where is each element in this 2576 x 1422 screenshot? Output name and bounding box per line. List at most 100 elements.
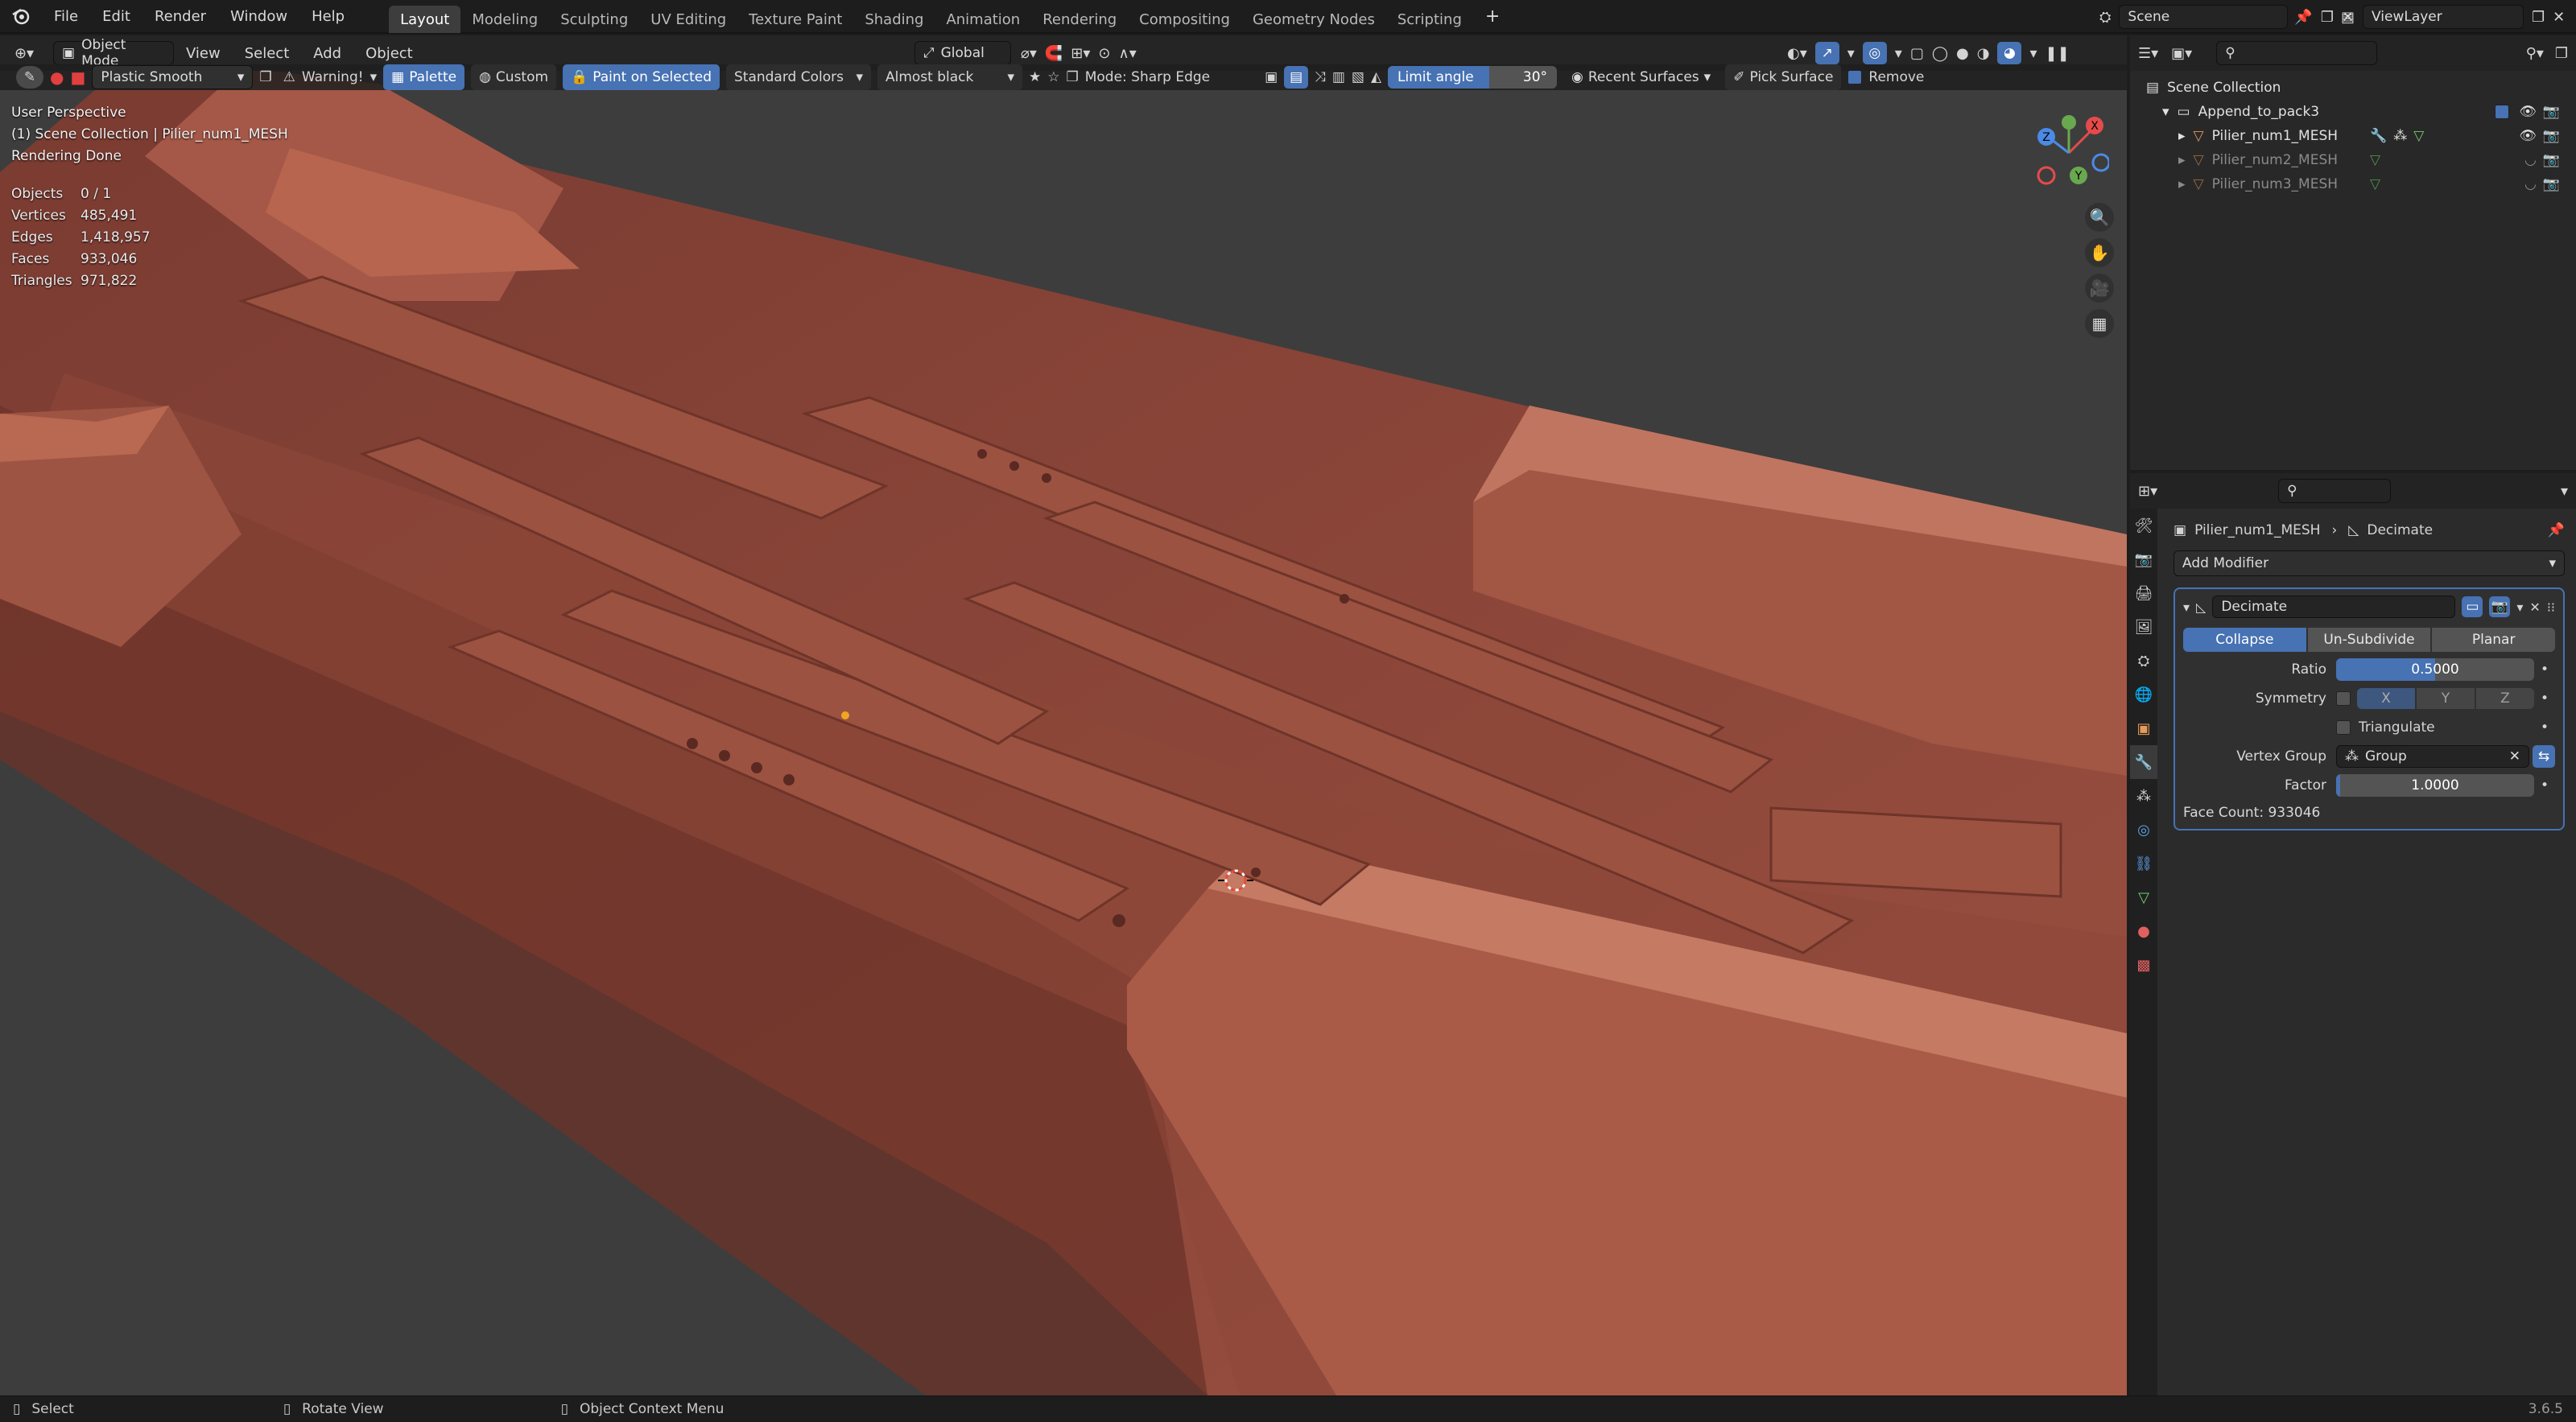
brush-selector[interactable]: Plastic Smooth ▾	[92, 65, 254, 89]
pin-icon[interactable]: 📌	[2294, 9, 2312, 26]
show-viewport-icon[interactable]: ▭	[2462, 596, 2483, 617]
ortho-grid-icon[interactable]: ▦	[2085, 309, 2114, 338]
edge-select-icon[interactable]: ▤	[1284, 66, 1309, 89]
mesh-data-icon[interactable]: ▽	[2413, 128, 2424, 144]
ratio-slider[interactable]: 0.5000	[2336, 658, 2534, 681]
filter-icon[interactable]: ⚲▾	[2526, 45, 2544, 62]
menu-window[interactable]: Window	[218, 0, 299, 33]
clear-icon[interactable]: ✕	[2509, 748, 2520, 765]
mesh-data-icon[interactable]: ▽	[2370, 152, 2380, 168]
render-camera-icon[interactable]: 📷	[2543, 128, 2560, 144]
gizmo-toggle-icon[interactable]: ↗	[1814, 42, 1839, 64]
expand-arrow-icon[interactable]: ▸	[2178, 176, 2186, 192]
expand-arrow-icon[interactable]: ▸	[2178, 128, 2186, 144]
red-sphere-icon[interactable]: ●	[50, 68, 64, 87]
render-camera-icon[interactable]: 📷	[2543, 152, 2560, 168]
physics-tab-icon[interactable]: ◎	[2130, 813, 2157, 847]
tree-scene-collection[interactable]: ▤ Scene Collection	[2146, 76, 2560, 100]
tab-un-subdivide[interactable]: Un-Subdivide	[2307, 628, 2431, 652]
star-outline-icon[interactable]: ☆	[1047, 69, 1059, 85]
new-collection-icon[interactable]: ❐	[2555, 45, 2568, 62]
keyframe-dot-icon[interactable]: •	[2534, 777, 2555, 793]
red-cube-icon[interactable]: ■	[70, 68, 85, 87]
visibility-icon[interactable]: ◐▾	[1787, 45, 1807, 62]
display-mode-icon[interactable]: ▣▾	[2171, 45, 2192, 62]
pick-surface-button[interactable]: ✐ Pick Surface	[1725, 64, 1842, 90]
tab-shading[interactable]: Shading	[853, 6, 935, 33]
render-camera-icon[interactable]: 📷	[2543, 104, 2560, 120]
outliner-editor-icon[interactable]: ☰▾	[2138, 45, 2158, 62]
pause-render-icon[interactable]: ❚❚	[2046, 45, 2070, 62]
menu-help[interactable]: Help	[299, 0, 357, 33]
wireframe-shading-icon[interactable]: ◯	[1932, 45, 1948, 62]
snap-icon[interactable]: 🧲	[1045, 45, 1063, 62]
symmetry-checkbox[interactable]	[2336, 691, 2351, 706]
modifier-tab-icon[interactable]: 🔧	[2130, 745, 2157, 779]
copy-icon[interactable]: ❐	[1066, 69, 1078, 85]
remove-checkbox[interactable]	[1847, 70, 1863, 84]
render-camera-icon[interactable]: 📷	[2543, 176, 2560, 192]
overlay-dropdown-icon[interactable]: ▾	[1895, 45, 1902, 62]
axis-y-button[interactable]: Y	[2417, 688, 2475, 709]
tool-tab-icon[interactable]: 🛠	[2130, 509, 2157, 542]
world-tab-icon[interactable]: 🌐	[2130, 678, 2157, 711]
expand-arrow-icon[interactable]: ▾	[2162, 104, 2169, 120]
tab-modeling[interactable]: Modeling	[460, 6, 549, 33]
tab-planar[interactable]: Planar	[2432, 628, 2555, 652]
limit-angle-slider[interactable]: Limit angle 30°	[1388, 66, 1558, 89]
mesh-data-icon[interactable]: ▽	[2370, 176, 2380, 192]
scene-name-field[interactable]: Scene	[2119, 5, 2289, 29]
collapse-arrow-icon[interactable]: ▾	[2183, 600, 2190, 615]
seam-icon[interactable]: ⤨	[1315, 69, 1326, 85]
palette-button[interactable]: ▦ Palette	[383, 64, 465, 90]
tab-collapse[interactable]: Collapse	[2183, 628, 2306, 652]
add-modifier-dropdown[interactable]: Add Modifier ▾	[2174, 550, 2565, 576]
falloff-icon[interactable]: ∧▾	[1119, 45, 1137, 62]
pin-icon[interactable]: 📌	[2548, 522, 2565, 538]
properties-options-icon[interactable]: ▾	[2561, 483, 2568, 500]
zoom-icon[interactable]: 🔍	[2085, 203, 2114, 232]
color-select[interactable]: Almost black ▾	[877, 64, 1022, 90]
delete-viewlayer-icon[interactable]: ✕	[2553, 9, 2565, 26]
factor-slider[interactable]: 1.0000	[2336, 774, 2534, 797]
pan-hand-icon[interactable]: ✋	[2085, 238, 2114, 267]
object-tab-icon[interactable]: ▣	[2130, 711, 2157, 745]
tab-geometry-nodes[interactable]: Geometry Nodes	[1241, 6, 1386, 33]
eye-icon[interactable]: 👁	[2519, 128, 2537, 144]
constraints-tab-icon[interactable]: ⛓	[2130, 847, 2157, 880]
properties-editor-icon[interactable]: ⊞▾	[2138, 483, 2157, 500]
paint-on-selected-button[interactable]: 🔒 Paint on Selected	[563, 64, 720, 90]
tree-object-3[interactable]: ▸ ▽ Pilier_num3_MESH ▽ ◡ 📷	[2146, 172, 2560, 196]
tab-texture-paint[interactable]: Texture Paint	[737, 6, 853, 33]
modifier-name-field[interactable]: Decimate	[2212, 596, 2456, 618]
menu-render[interactable]: Render	[142, 0, 218, 33]
triangulate-checkbox[interactable]	[2336, 720, 2351, 735]
eye-closed-icon[interactable]: ◡	[2524, 152, 2537, 168]
keyframe-dot-icon[interactable]: •	[2534, 662, 2555, 678]
scene-tab-icon[interactable]: ⛭	[2130, 644, 2157, 678]
particles-icon[interactable]: ⁂	[2393, 128, 2407, 144]
material-shading-icon[interactable]: ◑	[1977, 45, 1990, 62]
camera-icon[interactable]: 🎥	[2085, 274, 2114, 303]
custom-button[interactable]: ◍ Custom	[471, 64, 557, 90]
keyframe-dot-icon[interactable]: •	[2534, 719, 2555, 736]
eye-icon[interactable]: 👁	[2519, 104, 2537, 120]
menu-file[interactable]: File	[42, 0, 90, 33]
color-set-select[interactable]: Standard Colors ▾	[725, 64, 871, 90]
tab-sculpting[interactable]: Sculpting	[549, 6, 639, 33]
pivot-icon[interactable]: ⌀▾	[1021, 45, 1037, 62]
keyframe-dot-icon[interactable]: •	[2534, 690, 2555, 707]
eye-closed-icon[interactable]: ◡	[2524, 176, 2537, 192]
view-layer-tab-icon[interactable]: 🖼	[2130, 610, 2157, 644]
warning-label[interactable]: Warning!	[302, 69, 364, 85]
gizmo-dropdown-icon[interactable]: ▾	[1847, 45, 1855, 62]
tab-uv-editing[interactable]: UV Editing	[639, 6, 737, 33]
particles-tab-icon[interactable]: ⁂	[2130, 779, 2157, 813]
new-scene-icon[interactable]: ❐	[2321, 9, 2334, 26]
tab-rendering[interactable]: Rendering	[1031, 6, 1128, 33]
proportional-edit-icon[interactable]: ⊙	[1098, 45, 1110, 62]
modifier-menu-icon[interactable]: ▾	[2516, 600, 2523, 615]
recent-surfaces-select[interactable]: ◉ Recent Surfaces ▾	[1563, 64, 1719, 90]
material-tab-icon[interactable]: ●	[2130, 914, 2157, 948]
texture-tab-icon[interactable]: ▩	[2130, 948, 2157, 982]
